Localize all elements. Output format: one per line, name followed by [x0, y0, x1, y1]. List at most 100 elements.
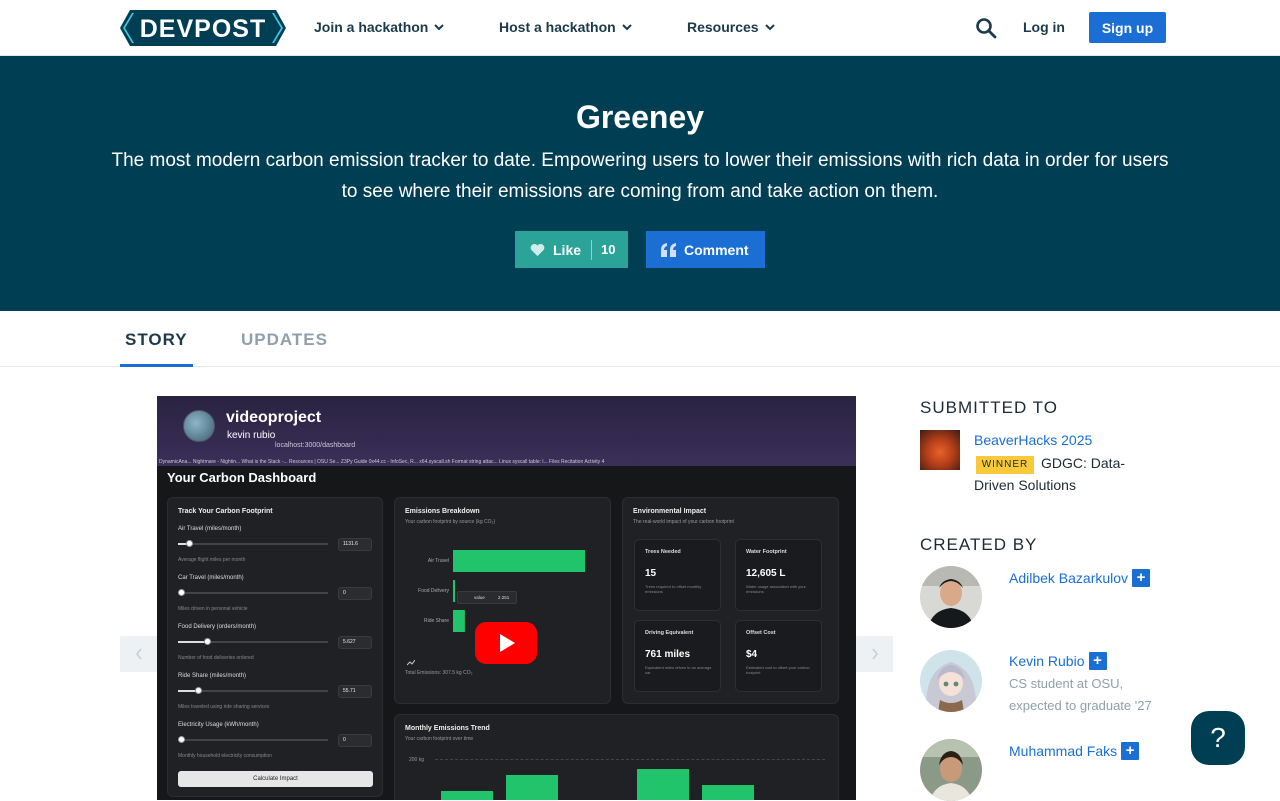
video-title[interactable]: videoproject [226, 409, 321, 427]
video-channel: kevin rubio [227, 430, 276, 441]
ride-share-input: 55.71 [338, 685, 372, 698]
bar-category-label: Food Delivery [418, 588, 449, 594]
card-title: Water Footprint [746, 549, 787, 555]
submitted-to-heading: SUBMITTED TO [920, 398, 1058, 417]
trend-title: Monthly Emissions Trend [405, 725, 490, 732]
logo-text: DEVPOST [140, 15, 266, 43]
card-desc: Estimated cost to offset your carbon foo… [746, 665, 810, 675]
trend-bar [441, 791, 493, 800]
field-help: Monthly household electricity consumptio… [178, 753, 272, 759]
login-link[interactable]: Log in [1023, 19, 1065, 35]
member-bio-line: CS student at OSU, [1009, 676, 1124, 691]
hackathon-thumbnail[interactable] [920, 430, 960, 470]
project-tagline: The most modern carbon emission tracker … [111, 150, 1169, 202]
nav-resources[interactable]: Resources [687, 19, 775, 35]
carousel-next-button[interactable] [856, 636, 893, 672]
browser-bookmarks: DynamicAna... Nightmare - Nightin... Wha… [159, 459, 605, 465]
member-name: Muhammad Faks [1009, 743, 1118, 759]
help-chat-button[interactable]: ? [1191, 711, 1245, 765]
calculate-impact-button: Calculate Impact [178, 771, 373, 787]
trend-bar [637, 769, 689, 800]
chart-tooltip: value 2.251 [457, 591, 517, 604]
search-icon[interactable] [975, 17, 997, 39]
like-divider [591, 239, 593, 260]
bar-category-label: Air Travel [428, 558, 449, 564]
trees-needed-card: Trees Needed 15 Trees required to offset… [634, 539, 721, 611]
card-value: 15 [645, 568, 657, 579]
chevron-down-icon [434, 24, 445, 31]
car-travel-input: 0 [338, 587, 372, 600]
nav-resources-label: Resources [687, 19, 759, 35]
like-label: Like [553, 241, 582, 258]
breakdown-title: Emissions Breakdown [405, 508, 480, 515]
comment-button[interactable]: Comment [646, 231, 765, 268]
card-value: $4 [746, 649, 758, 660]
like-count: 10 [601, 242, 616, 257]
nav-join-label: Join a hackathon [314, 19, 429, 35]
trend-up-icon [407, 660, 415, 666]
dashboard-title: Your Carbon Dashboard [167, 470, 317, 485]
ride-share-slider [178, 687, 328, 694]
member-name: Kevin Rubio [1009, 653, 1085, 669]
devpost-logo[interactable]: DEVPOST [120, 10, 286, 46]
tooltip-label: value [474, 595, 485, 600]
field-label: Air Travel (miles/month) [178, 526, 242, 532]
card-title: Trees Needed [645, 549, 681, 555]
channel-avatar [183, 410, 215, 442]
avatar[interactable] [920, 650, 982, 712]
video-embed[interactable]: videoproject kevin rubio localhost:3000/… [157, 396, 856, 800]
follow-plus-icon[interactable]: + [1088, 652, 1107, 670]
food-delivery-input: 5.627 [338, 636, 372, 649]
nav-host-label: Host a hackathon [499, 19, 616, 35]
trend-subtitle: Your carbon footprint over time [405, 736, 474, 742]
driving-equivalent-card: Driving Equivalent 761 miles Equivalent … [634, 620, 721, 692]
field-label: Electricity Usage (kWh/month) [178, 722, 259, 728]
prize-name-line2: Driven Solutions [974, 477, 1076, 493]
tab-story[interactable]: STORY [125, 330, 188, 350]
member-link-muhammad[interactable]: Muhammad Faks + [1009, 742, 1140, 760]
card-desc: Water usage associated with your emissio… [746, 584, 806, 594]
project-hero: Greeney The most modern carbon emission … [0, 56, 1280, 311]
tab-updates[interactable]: UPDATES [241, 330, 328, 350]
card-title: Offset Cost [746, 630, 776, 636]
signup-button[interactable]: Sign up [1089, 12, 1166, 43]
top-nav: DEVPOST Join a hackathon Host a hackatho… [0, 0, 1280, 56]
environmental-impact-panel: Environmental Impact The real-world impa… [622, 497, 839, 704]
emissions-breakdown-panel: Emissions Breakdown Your carbon footprin… [394, 497, 611, 704]
field-help: Miles driven in personal vehicle [178, 606, 248, 612]
breakdown-subtitle: Your carbon footprint by source (kg CO₂) [405, 519, 496, 525]
nav-join-hackathon[interactable]: Join a hackathon [314, 19, 445, 35]
track-footprint-panel: Track Your Carbon Footprint Air Travel (… [167, 497, 383, 797]
food-delivery-slider [178, 638, 328, 645]
bar-category-label: Ride Share [424, 618, 449, 624]
breakdown-bar [453, 550, 585, 572]
member-photo-muhammad [920, 739, 982, 801]
electricity-input: 0 [338, 734, 372, 747]
card-value: 761 miles [645, 649, 691, 660]
created-by-heading: CREATED BY [920, 535, 1038, 554]
member-link-kevin[interactable]: Kevin Rubio + [1009, 652, 1107, 670]
nav-host-hackathon[interactable]: Host a hackathon [499, 19, 632, 35]
breakdown-bar [453, 610, 465, 632]
follow-plus-icon[interactable]: + [1121, 742, 1140, 760]
follow-plus-icon[interactable]: + [1132, 569, 1151, 587]
chevron-down-icon [621, 24, 632, 31]
impact-title: Environmental Impact [633, 508, 707, 515]
youtube-play-icon[interactable] [475, 622, 537, 664]
heart-icon [530, 243, 545, 256]
member-link-adilbek[interactable]: Adilbek Bazarkulov + [1009, 569, 1151, 587]
avatar[interactable] [920, 739, 982, 801]
browser-url: localhost:3000/dashboard [275, 442, 356, 449]
trend-gridline [435, 759, 825, 760]
electricity-slider [178, 736, 328, 743]
avatar[interactable] [920, 566, 982, 628]
track-title: Track Your Carbon Footprint [178, 508, 273, 515]
carousel-prev-button[interactable] [120, 636, 157, 672]
like-button[interactable]: Like 10 [515, 231, 628, 268]
field-label: Ride Share (miles/month) [178, 673, 247, 679]
air-travel-slider [178, 540, 328, 547]
hackathon-link[interactable]: BeaverHacks 2025 [974, 432, 1092, 448]
trend-bar [702, 785, 754, 800]
trend-bar [506, 775, 558, 800]
member-bio-line: expected to graduate '27 [1009, 698, 1152, 713]
